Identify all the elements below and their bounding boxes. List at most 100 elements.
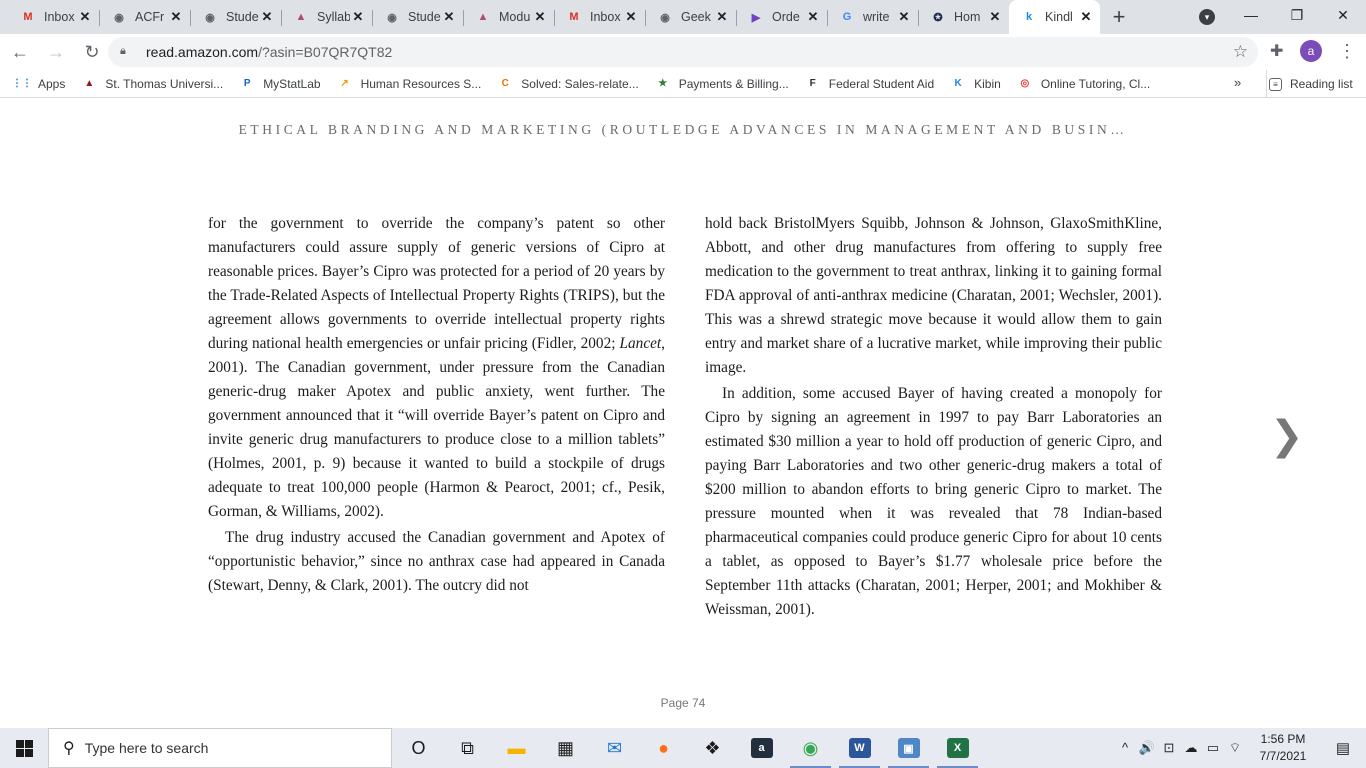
minimize-button[interactable]: — <box>1228 0 1274 30</box>
show-hidden-icons-icon[interactable]: ^ <box>1114 740 1136 756</box>
browser-tab[interactable]: k Kindl ✕ <box>1009 0 1100 34</box>
browser-tab[interactable]: ▲ Modu ✕ <box>463 0 554 34</box>
browser-tab[interactable]: M Inbox ✕ <box>8 0 99 34</box>
firefox-taskbar-button[interactable]: ● <box>639 728 688 768</box>
new-tab-button[interactable]: + <box>1100 0 1138 34</box>
task-view-icon: ⧉ <box>461 737 474 758</box>
dropbox-taskbar-button[interactable]: ❖ <box>688 728 737 768</box>
more-bookmarks-button[interactable]: » <box>1234 75 1241 90</box>
task-view-taskbar-button[interactable]: ⧉ <box>443 728 492 768</box>
bookmark-label: Payments & Billing... <box>678 76 789 91</box>
bookmark-label: MyStatLab <box>263 76 321 91</box>
reading-list-icon: ≡ <box>1269 77 1282 91</box>
next-page-chevron-icon[interactable]: ❯ <box>1270 416 1304 456</box>
browser-tab[interactable]: Gwrite ✕ <box>827 0 918 34</box>
bookmark-star-icon[interactable]: ☆ <box>1233 42 1248 62</box>
taskbar-search-box[interactable]: ⚲ Type here to search <box>48 728 392 768</box>
paragraph: In addition, some accused Bayer of havin… <box>705 385 1162 618</box>
volume-icon[interactable]: 🔊 <box>1136 740 1158 756</box>
mail-taskbar-button[interactable]: ✉ <box>590 728 639 768</box>
browser-tab[interactable]: ◉ Stude ✕ <box>372 0 463 34</box>
url-host: read.amazon.com <box>146 44 259 60</box>
browser-toolbar: ← → ↻ 🔒︎ read.amazon.com/?asin=B07QR7QT8… <box>0 34 1366 70</box>
profile-avatar[interactable]: a <box>1300 40 1322 62</box>
excel-taskbar-button[interactable]: X <box>933 728 982 768</box>
mail-icon: ✉ <box>606 737 623 758</box>
bookmark-item[interactable]: ⋮⋮ Apps <box>6 76 73 92</box>
star-icon: ★ <box>658 78 668 89</box>
dropbox-icon: ❖ <box>704 737 721 758</box>
chegg-icon: C <box>501 78 509 89</box>
reading-list-button[interactable]: ≡ Reading list <box>1266 70 1353 98</box>
clock[interactable]: 1:56 PM 7/7/2021 <box>1246 731 1320 765</box>
taskbar-apps: O ⧉ ▬ ▦ ✉ ● ❖ a ◉ W ▣ X <box>394 728 982 768</box>
arrow-right-icon: → <box>47 41 65 62</box>
tab-close-icon[interactable]: ✕ <box>168 9 184 25</box>
tab-close-icon[interactable]: ✕ <box>532 9 548 25</box>
tab-close-icon[interactable]: ✕ <box>441 9 457 25</box>
word-taskbar-button[interactable]: W <box>835 728 884 768</box>
wifi-icon[interactable]: ⌔ <box>1224 740 1246 756</box>
browser-tab[interactable]: ◉ ACFr ✕ <box>99 0 190 34</box>
browser-tab[interactable]: ◉ Geek ✕ <box>645 0 736 34</box>
amazon-taskbar-button[interactable]: a <box>737 728 786 768</box>
browser-tab[interactable]: ▲ Syllab ✕ <box>281 0 372 34</box>
onedrive-icon[interactable]: ☁ <box>1180 740 1202 756</box>
google-icon: G <box>842 11 852 23</box>
bookmark-label: Apps <box>38 76 66 91</box>
back-button[interactable]: ← <box>4 36 36 68</box>
window-controls: — ❐ ✕ <box>1228 0 1366 34</box>
browser-tab[interactable]: ▶ Orde ✕ <box>736 0 827 34</box>
battery-icon[interactable]: ▭ <box>1202 740 1224 756</box>
maximize-button[interactable]: ❐ <box>1274 0 1320 30</box>
tab-close-icon[interactable]: ✕ <box>259 9 275 25</box>
close-window-button[interactable]: ✕ <box>1320 0 1366 30</box>
bookmark-item[interactable]: ↗ Human Resources S... <box>329 76 490 92</box>
tab-close-icon[interactable]: ✕ <box>987 9 1003 25</box>
meet-now-icon[interactable]: ⊡ <box>1158 740 1180 756</box>
browser-tab[interactable]: ◉ Stude ✕ <box>190 0 281 34</box>
store-taskbar-button[interactable]: ▦ <box>541 728 590 768</box>
tab-search-icon[interactable]: ▾ <box>1199 9 1215 25</box>
bookmark-label: Solved: Sales-relate... <box>521 76 639 91</box>
tray-icons: ^ 🔊 ⊡ ☁ ▭ ⌔ <box>1114 740 1246 756</box>
browser-tab[interactable]: ✪ Hom ✕ <box>918 0 1009 34</box>
chrome-taskbar-button[interactable]: ◉ <box>786 728 835 768</box>
globe-icon: ◉ <box>387 11 397 24</box>
bookmark-item[interactable]: K Kibin <box>942 76 1009 92</box>
bookmark-list: ⋮⋮ Apps ▲ St. Thomas Universi... P MyStatLab ↗… <box>0 76 1158 92</box>
bookmark-item[interactable]: ▲ St. Thomas Universi... <box>73 76 231 92</box>
tab-close-icon[interactable]: ✕ <box>1078 9 1094 25</box>
browser-tab[interactable]: M Inbox ✕ <box>554 0 645 34</box>
tab-close-icon[interactable]: ✕ <box>714 9 730 25</box>
bookmark-item[interactable]: ★ Payments & Billing... <box>647 76 797 92</box>
tab-close-icon[interactable]: ✕ <box>805 9 821 25</box>
chart-icon: ↗ <box>340 78 349 89</box>
tab-title: ACFr <box>135 10 165 24</box>
remote-desktop-taskbar-button[interactable]: ▣ <box>884 728 933 768</box>
reload-icon: ↻ <box>84 41 100 62</box>
page-column-right: hold back BristolMyers Squibb, Johnson &… <box>705 212 1162 624</box>
tab-close-icon[interactable]: ✕ <box>623 9 639 25</box>
cortana-taskbar-button[interactable]: O <box>394 728 443 768</box>
bookmark-item[interactable]: C Solved: Sales-relate... <box>489 76 646 92</box>
notification-center-icon[interactable]: ▤ <box>1320 739 1366 757</box>
tab-close-icon[interactable]: ✕ <box>896 9 912 25</box>
bookmark-item[interactable]: P MyStatLab <box>231 76 328 92</box>
browser-menu-icon[interactable]: ⋮ <box>1338 40 1356 62</box>
bookmark-item[interactable]: ◎ Online Tutoring, Cl... <box>1009 76 1158 92</box>
tutoring-icon: ◎ <box>1020 78 1030 89</box>
forward-button[interactable]: → <box>40 36 72 68</box>
bookmark-item[interactable]: F Federal Student Aid <box>797 76 942 92</box>
tab-close-icon[interactable]: ✕ <box>350 9 366 25</box>
address-bar[interactable]: 🔒︎ read.amazon.com/?asin=B07QR7QT82 ☆ <box>108 37 1258 67</box>
file-explorer-taskbar-button[interactable]: ▬ <box>492 728 541 768</box>
firefox-icon: ● <box>658 737 669 758</box>
extensions-puzzle-icon[interactable]: ✚ <box>1270 41 1283 61</box>
remote-desktop-icon: ▣ <box>897 738 920 758</box>
start-button[interactable] <box>0 728 48 768</box>
lock-icon[interactable]: 🔒︎ <box>120 45 134 59</box>
tab-close-icon[interactable]: ✕ <box>77 9 93 25</box>
reload-button[interactable]: ↻ <box>76 36 108 68</box>
globe-icon: ◉ <box>114 11 124 24</box>
